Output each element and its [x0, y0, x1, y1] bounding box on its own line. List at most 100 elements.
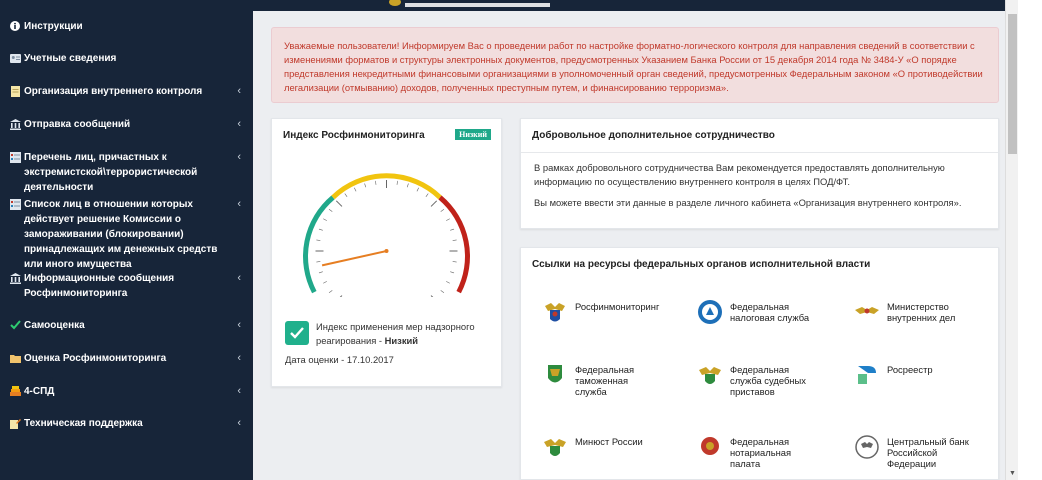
index-gauge [303, 173, 470, 297]
sidebar-item-account-info[interactable]: Учетные сведения [0, 51, 253, 66]
gauge-tick [318, 228, 323, 231]
gauge-tick [328, 290, 333, 293]
gauge-needle [321, 250, 387, 267]
notary-emblem-icon [701, 437, 719, 455]
link-customs[interactable]: Федеральная таможенная служба [542, 362, 652, 397]
list-icon [9, 198, 21, 210]
cooperation-text-2: Вы можете ввести эти данные в разделе ли… [534, 197, 962, 208]
notice-alert-text: Уважаемые пользователи! Информируем Вас … [284, 40, 983, 93]
sidebar-item-label: Список лиц в отношении которых действует… [24, 199, 218, 270]
rosreestr-logo-icon [858, 366, 876, 384]
chevron-left-icon: ‹ [237, 118, 241, 130]
supervisory-index-checkbox [285, 321, 309, 345]
tax-service-emblem-icon [698, 300, 722, 324]
gauge-tick [328, 209, 333, 212]
gauge-arc-low [303, 195, 335, 294]
chevron-left-icon: ‹ [237, 151, 241, 163]
sidebar: Инструкции Учетные сведения Организация … [0, 0, 253, 480]
link-label: Федеральная налоговая служба [730, 301, 810, 323]
link-rosfinmonitoring[interactable]: Росфинмониторинг [542, 299, 659, 325]
sidebar-item-label: 4-СПД [24, 386, 55, 397]
sidebar-item-send-messages[interactable]: Отправка сообщений ‹ [0, 117, 253, 132]
check-icon [9, 319, 21, 331]
gauge-tick [450, 228, 455, 231]
gauge-tick [323, 218, 327, 221]
gauge-tick [375, 180, 377, 185]
chevron-left-icon: ‹ [237, 417, 241, 429]
gauge-tick [452, 239, 457, 241]
sidebar-item-rosfin-assessment[interactable]: Оценка Росфинмониторинга ‹ [0, 351, 253, 366]
gauge-tick [425, 193, 429, 197]
gauge-tick [353, 187, 357, 192]
chevron-left-icon: ‹ [237, 385, 241, 397]
gauge-ticks [315, 180, 458, 297]
link-label: Министерство внутренних дел [887, 301, 956, 323]
link-tax-service[interactable]: Федеральная налоговая служба [697, 299, 812, 325]
id-card-icon [9, 52, 21, 64]
chevron-left-icon: ‹ [237, 352, 241, 364]
sidebar-item-tech-support[interactable]: Техническая поддержка ‹ [0, 416, 253, 431]
sidebar-item-extremist-list[interactable]: Перечень лиц, причастных к экстремистско… [0, 150, 253, 195]
folder-icon [9, 352, 21, 364]
link-minjust[interactable]: Минюст России [542, 434, 643, 460]
index-panel-title: Индекс Росфинмониторинга [283, 130, 425, 141]
link-rosreestr[interactable]: Росреестр [854, 362, 933, 388]
federal-links-title: Ссылки на ресурсы федеральных органов ис… [532, 259, 871, 270]
sidebar-item-internal-control[interactable]: Организация внутреннего контроля ‹ [0, 84, 253, 99]
gauge-tick [344, 193, 348, 197]
link-label: Росреестр [887, 364, 933, 375]
federal-links-panel: Ссылки на ресурсы федеральных органов ис… [520, 247, 999, 480]
sidebar-item-label: Учетные сведения [24, 53, 117, 64]
gauge-tick [452, 261, 457, 263]
sidebar-item-instructions[interactable]: Инструкции [0, 19, 253, 34]
sidebar-item-label: Организация внутреннего контроля [24, 86, 203, 97]
gauge-tick [396, 180, 398, 185]
scrollbar-thumb[interactable] [1008, 14, 1017, 154]
bank-icon [9, 272, 21, 284]
assessment-date: Дата оценки - 17.10.2017 [285, 354, 394, 365]
gauge-tick [316, 261, 321, 263]
edit-icon [9, 417, 21, 429]
sidebar-item-label: Оценка Росфинмониторинга [24, 353, 167, 364]
sidebar-item-label: Самооценка [24, 320, 85, 331]
cooperation-panel-title: Добровольное дополнительное сотрудничест… [532, 130, 775, 141]
gauge-arc-high [438, 195, 470, 294]
gauge-tick [335, 200, 343, 207]
supervisory-index-value: Низкий [384, 335, 419, 346]
link-bailiffs[interactable]: Федеральная служба судебных приставов [697, 362, 817, 397]
chevron-left-icon: ‹ [237, 319, 241, 331]
minjust-emblem-icon [544, 439, 566, 456]
gauge-tick [339, 295, 343, 297]
sidebar-item-label: Информационные сообщения Росфинмониторин… [24, 273, 175, 299]
sidebar-item-info-messages[interactable]: Информационные сообщения Росфинмониторин… [0, 271, 253, 301]
gauge-tick [316, 239, 321, 241]
check-icon [290, 327, 304, 339]
link-label: Федеральная таможенная служба [575, 364, 635, 397]
cooperation-text-1: В рамках добровольного сотрудничества Ва… [534, 162, 945, 187]
sidebar-item-4spd[interactable]: 4-СПД ‹ [0, 384, 253, 399]
gauge-needle-hub [384, 249, 389, 253]
stack-icon [9, 385, 21, 397]
scroll-down-arrow-icon[interactable]: ▼ [1009, 470, 1016, 477]
gauge-tick [416, 187, 420, 192]
gauge-tick [446, 218, 450, 221]
central-bank-emblem-icon [855, 435, 879, 459]
chevron-left-icon: ‹ [237, 198, 241, 210]
gauge-tick [440, 209, 445, 212]
sidebar-item-self-assessment[interactable]: Самооценка ‹ [0, 318, 253, 333]
gauge-tick [406, 183, 409, 188]
link-label: Федеральная нотариальная палата [730, 436, 792, 469]
link-label: Минюст России [575, 436, 643, 447]
index-panel: Индекс Росфинмониторинга Низкий Индекс п… [271, 118, 502, 387]
page-scrollbar[interactable]: ▼ [1005, 0, 1018, 480]
link-label: Росфинмониторинг [575, 301, 660, 312]
gauge-tick [440, 290, 445, 293]
gauge-tick [318, 271, 323, 274]
link-mvd[interactable]: Министерство внутренних дел [854, 299, 984, 325]
sidebar-item-frozen-assets-list[interactable]: Список лиц в отношении которых действует… [0, 197, 253, 272]
sidebar-item-label: Техническая поддержка [24, 418, 143, 429]
link-notary-chamber[interactable]: Федеральная нотариальная палата [697, 434, 807, 469]
divider [521, 152, 998, 153]
link-central-bank[interactable]: Центральный банк Российской Федерации [854, 434, 974, 469]
gauge-tick [450, 271, 455, 274]
